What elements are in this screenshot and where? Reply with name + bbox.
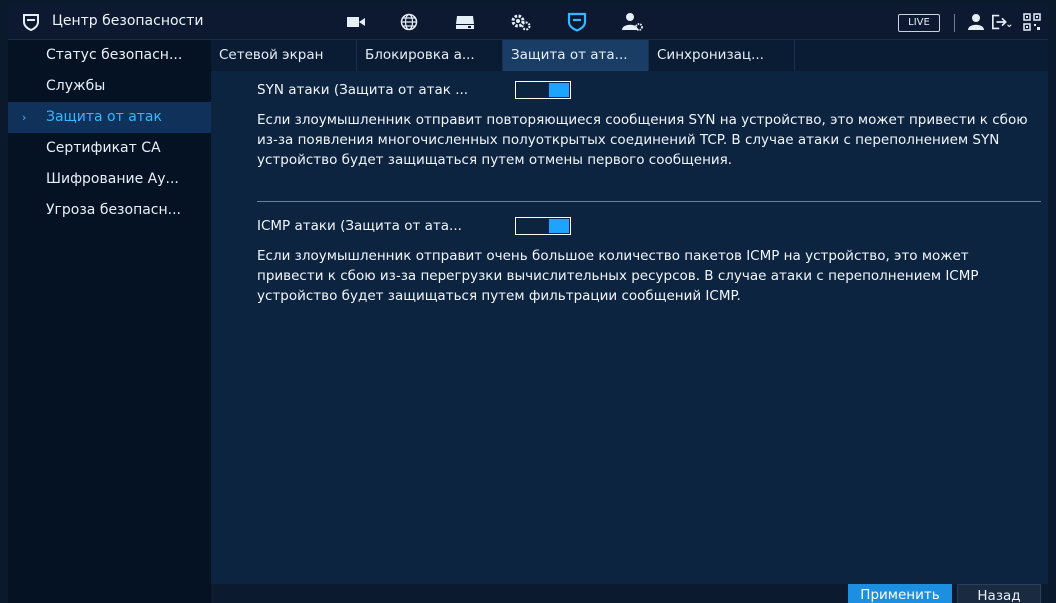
tab-firewall[interactable]: Сетевой экран (211, 40, 357, 71)
icmp-attack-label: ICMP атаки (Защита от ата... (257, 218, 462, 234)
sidebar-item-label: Статус безопасн... (46, 47, 183, 63)
sidebar-item-security-status[interactable]: Статус безопасн... (8, 40, 211, 71)
chevron-right-icon: › (22, 111, 27, 124)
sidebar-item-label: Службы (46, 78, 106, 94)
section-divider (257, 201, 1041, 202)
qr-code-icon[interactable] (1021, 12, 1043, 32)
toggle-knob (549, 83, 569, 97)
tab-label: Сетевой экран (219, 47, 324, 63)
sidebar-item-label: Угроза безопасн... (46, 202, 182, 218)
tab-bar: Сетевой экран Блокировка а... Защита от … (211, 40, 1048, 71)
user-icon[interactable] (965, 12, 987, 32)
syn-attack-description: Если злоумышленник отправит повторяющиес… (257, 112, 1028, 168)
sidebar-item-services[interactable]: Службы (8, 71, 211, 102)
icmp-attack-description: Если злоумышленник отправит очень большо… (257, 248, 979, 304)
top-bar: Центр безопасности LIVE (8, 4, 1048, 40)
syn-attack-toggle[interactable] (515, 81, 571, 99)
sidebar-item-security-threat[interactable]: Угроза безопасн... (8, 195, 211, 226)
sidebar-item-audio-video-encryption[interactable]: Шифрование Ау... (8, 164, 211, 195)
back-button[interactable]: Назад (957, 584, 1041, 603)
settings-gears-icon[interactable] (510, 12, 532, 32)
sidebar-item-attack-protection[interactable]: › Защита от атак (8, 102, 211, 133)
sidebar-item-label: Защита от атак (46, 109, 162, 125)
toggle-knob (549, 219, 569, 233)
network-globe-icon[interactable] (398, 12, 420, 32)
topbar-divider (954, 14, 955, 32)
apply-button[interactable]: Применить (848, 584, 952, 603)
security-shield-icon[interactable] (566, 12, 588, 32)
logout-icon[interactable] (991, 12, 1013, 32)
shield-logo-icon (22, 13, 40, 32)
tab-label: Защита от ата... (511, 47, 628, 63)
tab-account-lockout[interactable]: Блокировка а... (357, 40, 503, 71)
tab-time-sync[interactable]: Синхронизац... (649, 40, 795, 71)
account-settings-icon[interactable] (622, 12, 644, 32)
sidebar: Статус безопасн... Службы › Защита от ат… (8, 40, 211, 603)
syn-attack-label: SYN атаки (Защита от атак ... (257, 82, 469, 98)
storage-icon[interactable] (454, 12, 476, 32)
sidebar-item-label: Сертификат CA (46, 140, 161, 156)
sidebar-item-label: Шифрование Ау... (46, 171, 179, 187)
app-title: Центр безопасности (52, 13, 204, 29)
live-button[interactable]: LIVE (898, 14, 940, 32)
tab-attack-protection[interactable]: Защита от ата... (503, 40, 649, 71)
icmp-attack-toggle[interactable] (515, 217, 571, 235)
main-panel: Сетевой экран Блокировка а... Защита от … (211, 40, 1048, 603)
camera-icon[interactable] (345, 12, 367, 32)
tab-label: Блокировка а... (365, 47, 475, 63)
tab-label: Синхронизац... (657, 47, 764, 63)
window: Центр безопасности LIVE Статус безопасн.… (8, 4, 1048, 603)
sidebar-item-ca-certificate[interactable]: Сертификат CA (8, 133, 211, 164)
